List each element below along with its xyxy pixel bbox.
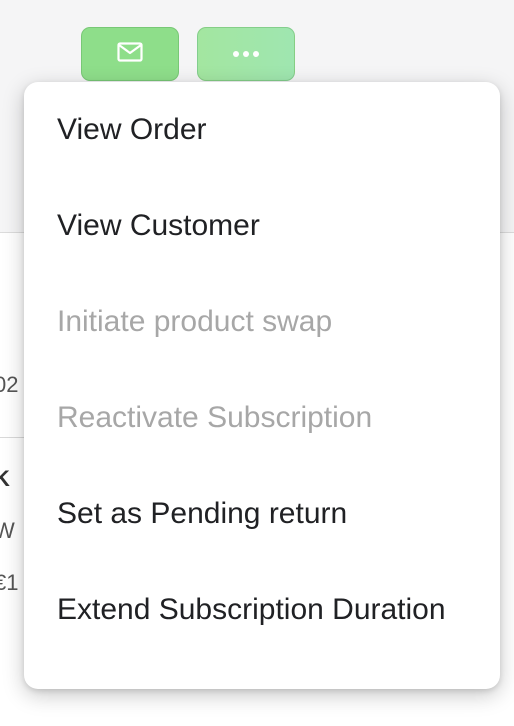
menu-item-initiate-product-swap: Initiate product swap xyxy=(57,305,333,338)
background-text-date: 02 xyxy=(0,372,19,397)
envelope-icon xyxy=(117,41,143,67)
email-button[interactable] xyxy=(81,27,179,81)
more-actions-button[interactable] xyxy=(197,27,295,81)
more-horizontal-icon xyxy=(233,51,259,57)
menu-item-set-pending-return[interactable]: Set as Pending return xyxy=(24,466,500,562)
background-text-name: K xyxy=(0,466,10,491)
menu-item-extend-subscription-duration[interactable]: Extend Subscription Duration xyxy=(24,562,500,658)
actions-dropdown-menu: View Order View Customer Initiate produc… xyxy=(24,82,500,689)
menu-item-reactivate-subscription: Reactivate Subscription xyxy=(57,401,373,434)
menu-item-view-customer[interactable]: View Customer xyxy=(24,178,500,274)
background-text-price: €1 xyxy=(0,570,19,595)
background-text-detail: W xyxy=(0,518,15,543)
menu-item-view-order[interactable]: View Order xyxy=(24,82,500,178)
